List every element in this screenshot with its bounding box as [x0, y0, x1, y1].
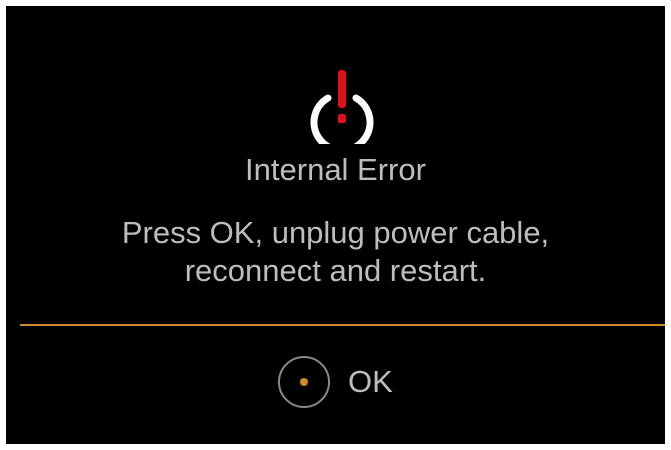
divider — [20, 324, 665, 326]
error-dialog: Internal Error Press OK, unplug power ca… — [6, 6, 665, 444]
error-message-line-1: Press OK, unplug power cable, — [121, 215, 550, 250]
ok-button-label: OK — [348, 364, 393, 399]
ok-button[interactable]: OK — [278, 354, 393, 410]
error-message: Press OK, unplug power cable, reconnect … — [6, 214, 665, 290]
ok-select-dot-icon — [300, 378, 308, 386]
power-warning-icon — [306, 66, 378, 154]
ok-select-ring-icon — [278, 356, 330, 408]
error-message-line-2: reconnect and restart. — [184, 253, 487, 288]
error-title: Internal Error — [245, 152, 426, 187]
